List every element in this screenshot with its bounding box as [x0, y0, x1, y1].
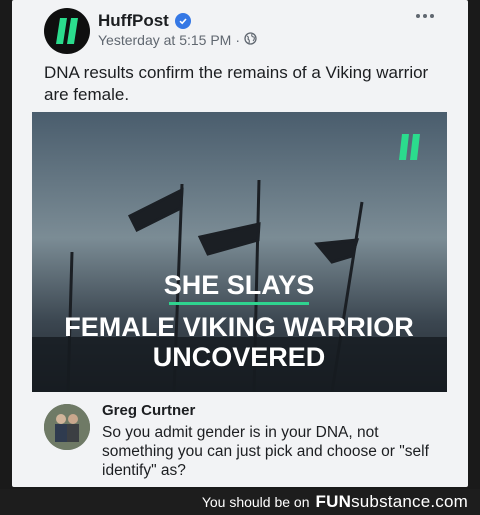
post-text: DNA results confirm the remains of a Vik… [44, 63, 429, 104]
comment: Greg Curtner So you admit gender is in y… [32, 392, 447, 480]
headline-line1: SHE SLAYS [164, 270, 315, 300]
page-name-label[interactable]: HuffPost [98, 11, 169, 31]
post-media-image[interactable]: SHE SLAYS FEMALE VIKING WARRIOR UNCOVERE… [32, 112, 447, 392]
footer-brand-bold: FUN [315, 492, 352, 511]
post-meta: Yesterday at 5:15 PM · [98, 32, 257, 48]
verified-check-icon [174, 13, 191, 29]
commenter-name[interactable]: Greg Curtner [102, 402, 195, 419]
page-name[interactable]: HuffPost [98, 11, 191, 31]
headline-line3: UNCOVERED [153, 342, 326, 372]
more-options-icon[interactable] [416, 14, 434, 18]
commenter-avatar[interactable] [44, 404, 90, 450]
footer-brand: FUNsubstance.com [316, 492, 468, 512]
headline-line2: FEMALE VIKING WARRIOR [64, 312, 414, 342]
footer-brand-rest: substance.com [351, 492, 468, 511]
headline-divider [169, 302, 309, 305]
watermark-footer: You should be on FUNsubstance.com [0, 489, 480, 515]
comment-text: So you admit gender is in your DNA, not … [102, 424, 429, 479]
meta-separator: · [235, 32, 241, 48]
huffpost-logo-icon [56, 18, 78, 44]
globe-icon [244, 32, 257, 48]
footer-prefix: You should be on [201, 494, 310, 510]
post-timestamp[interactable]: Yesterday at 5:15 PM [98, 32, 231, 48]
page-avatar[interactable] [44, 8, 90, 54]
